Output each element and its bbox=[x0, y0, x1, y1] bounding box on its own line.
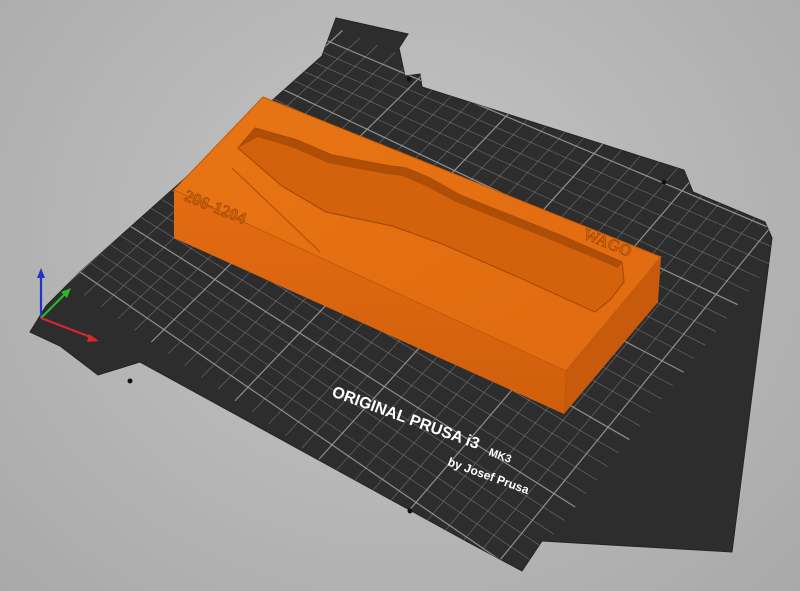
scene-canvas[interactable]: ORIGINAL PRUSA i3 MK3 by Josef Prusa 206… bbox=[0, 0, 800, 591]
bed-hole bbox=[406, 76, 412, 82]
bed-hole bbox=[661, 179, 667, 185]
bed-hole bbox=[127, 378, 133, 384]
z-axis-arrow bbox=[37, 268, 45, 278]
bed-hole bbox=[407, 508, 413, 514]
3d-viewport[interactable]: ORIGINAL PRUSA i3 MK3 by Josef Prusa 206… bbox=[0, 0, 800, 591]
